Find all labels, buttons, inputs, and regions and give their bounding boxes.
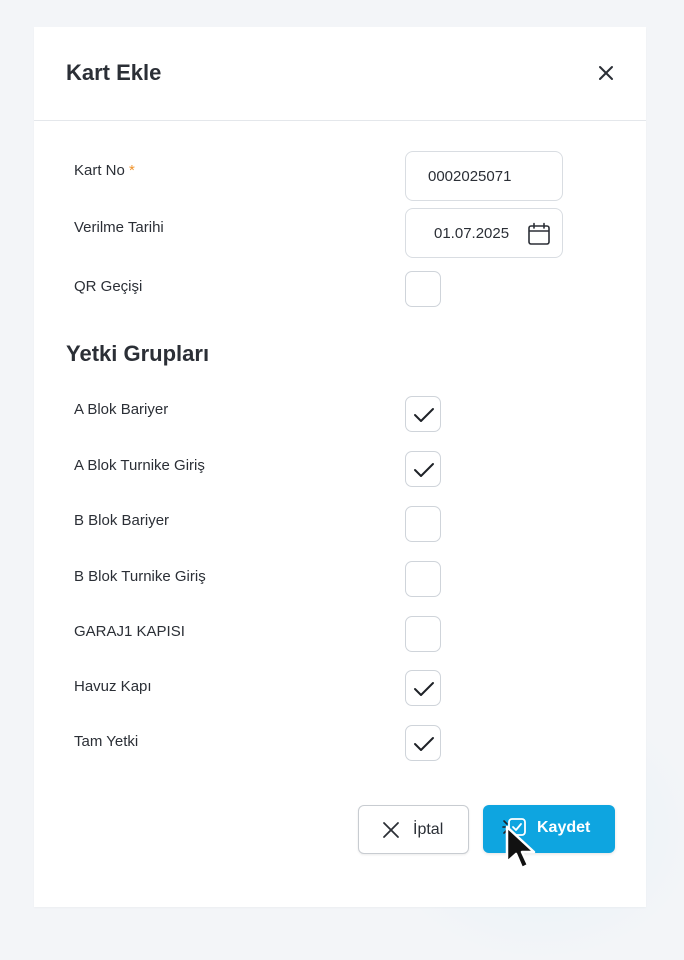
permission-checkbox-b-blok-bariyer[interactable] xyxy=(405,506,441,542)
permission-checkbox-tam-yetki[interactable] xyxy=(405,725,441,761)
cancel-button[interactable]: İptal xyxy=(358,805,469,854)
kart-no-input[interactable]: 0002025071 xyxy=(405,151,563,201)
permission-label-a-blok-turnike-giris: A Blok Turnike Giriş xyxy=(74,457,205,474)
verilme-tarihi-value: 01.07.2025 xyxy=(434,225,510,242)
permission-checkbox-a-blok-bariyer[interactable] xyxy=(405,396,441,432)
permission-label-b-blok-turnike-giris: B Blok Turnike Giriş xyxy=(74,568,206,585)
verilme-tarihi-label: Verilme Tarihi xyxy=(74,219,164,236)
modal-header: Kart Ekle xyxy=(34,27,646,121)
required-mark: * xyxy=(129,162,135,179)
permission-checkbox-a-blok-turnike-giris[interactable] xyxy=(405,451,441,487)
permission-checkbox-havuz-kapi[interactable] xyxy=(405,670,441,706)
checkmark-icon xyxy=(414,682,434,696)
permission-label-b-blok-bariyer: B Blok Bariyer xyxy=(74,512,170,529)
permission-checkbox-b-blok-turnike-giris[interactable] xyxy=(405,561,441,597)
save-button[interactable]: Kaydet xyxy=(483,805,615,853)
cancel-label: İptal xyxy=(413,821,444,838)
checkmark-icon xyxy=(414,737,434,751)
qr-gecisi-label: QR Geçişi xyxy=(74,278,143,295)
permission-groups-title: Yetki Grupları xyxy=(66,341,210,366)
close-icon xyxy=(599,66,613,80)
calendar-icon[interactable] xyxy=(526,221,552,247)
checkmark-icon xyxy=(414,408,434,422)
mouse-pointer-icon xyxy=(505,825,536,870)
permission-label-havuz-kapi: Havuz Kapı xyxy=(74,678,152,695)
kart-no-label: Kart No * xyxy=(74,162,135,179)
permission-label-a-blok-bariyer: A Blok Bariyer xyxy=(74,401,169,418)
kart-no-value: 0002025071 xyxy=(428,168,512,185)
modal-title: Kart Ekle xyxy=(66,60,162,85)
save-label: Kaydet xyxy=(537,819,591,836)
close-button[interactable] xyxy=(592,59,620,87)
permission-checkbox-garaj1-kapisi[interactable] xyxy=(405,616,441,652)
permission-label-tam-yetki: Tam Yetki xyxy=(74,733,139,750)
x-icon xyxy=(383,822,399,838)
permission-label-garaj1-kapisi: GARAJ1 KAPISI xyxy=(74,623,185,640)
verilme-tarihi-input[interactable]: 01.07.2025 xyxy=(405,208,563,258)
checkmark-icon xyxy=(414,463,434,477)
qr-gecisi-checkbox[interactable] xyxy=(405,271,441,307)
add-card-modal: Kart Ekle Kart No * 0002025071 Verilme T… xyxy=(34,27,646,907)
